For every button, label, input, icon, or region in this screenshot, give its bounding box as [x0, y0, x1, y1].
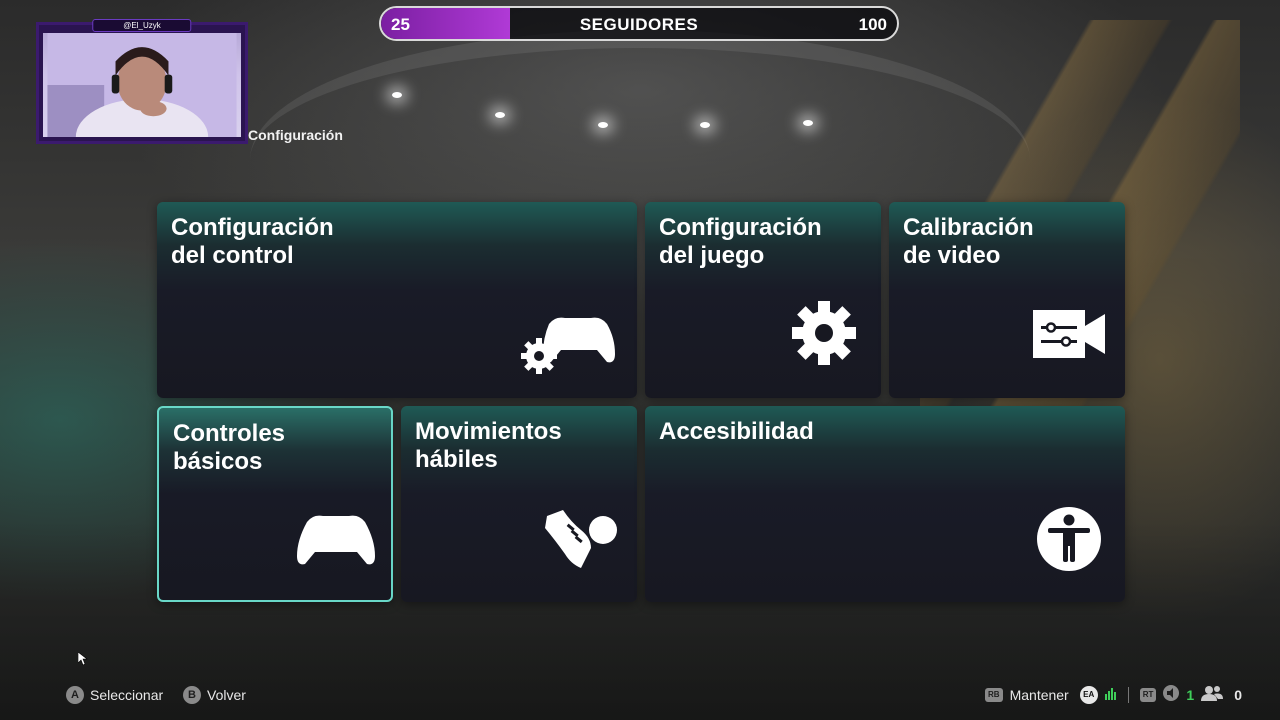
tile-accessibility[interactable]: Accesibilidad	[645, 406, 1125, 602]
footer-select[interactable]: A Seleccionar	[66, 686, 163, 704]
streamer-silhouette-icon	[47, 33, 237, 137]
stadium-light	[495, 112, 505, 118]
speaker-icon	[1163, 685, 1180, 704]
b-button-icon: B	[183, 686, 201, 704]
followers-label: SEGUIDORES	[579, 15, 699, 34]
tile-title: Movimientos hábiles	[415, 418, 562, 473]
signal-icon	[1104, 686, 1117, 703]
accessibility-icon	[1036, 506, 1102, 572]
tile-video-calibration[interactable]: Calibración de video	[889, 202, 1125, 398]
streamer-handle: @El_Uzyk	[92, 19, 192, 32]
rb-button-icon: RB	[985, 687, 1003, 702]
controller-gear-icon	[519, 310, 619, 374]
stadium-light	[803, 120, 813, 126]
tile-basic-controls[interactable]: Controles básicos	[157, 406, 393, 602]
gear-icon	[791, 300, 857, 366]
gamepad-icon	[295, 514, 377, 566]
footer-hold-label: Mantener	[1009, 686, 1069, 703]
status-count: 1	[1186, 686, 1195, 703]
tile-title: Configuración del juego	[659, 214, 822, 269]
tile-title: Controles básicos	[173, 420, 286, 475]
tile-game-settings[interactable]: Configuración del juego	[645, 202, 881, 398]
tile-controller-settings[interactable]: Configuración del control	[157, 202, 637, 398]
tile-title: Calibración de video	[903, 214, 1034, 269]
footer-back-label: Volver	[207, 687, 246, 703]
webcam-video	[43, 33, 241, 137]
tile-title: Accesibilidad	[659, 418, 814, 445]
stadium-light	[598, 122, 608, 128]
breadcrumb: Configuración	[248, 127, 343, 143]
video-settings-icon	[1033, 308, 1107, 360]
stadium-light	[392, 92, 402, 98]
footer-select-label: Seleccionar	[90, 687, 164, 703]
friends-icon	[1201, 685, 1224, 704]
followers-goal: 100	[858, 15, 887, 34]
stadium-light	[700, 122, 710, 128]
mouse-cursor-icon	[77, 651, 88, 671]
boot-ball-icon	[541, 506, 621, 572]
followers-goal-bar: 25 SEGUIDORES 100	[379, 6, 899, 41]
tile-title: Configuración del control	[171, 214, 334, 269]
divider	[1127, 686, 1129, 703]
tile-skill-moves[interactable]: Movimientos hábiles	[401, 406, 637, 602]
rt-button-icon: RT	[1139, 687, 1157, 702]
footer-status: RB Mantener EA RT 1 0	[985, 685, 1242, 704]
webcam-overlay: @El_Uzyk	[36, 19, 248, 144]
friends-count: 0	[1234, 686, 1242, 703]
a-button-icon: A	[66, 686, 84, 704]
footer-back[interactable]: B Volver	[183, 686, 246, 704]
ea-icon: EA	[1079, 685, 1098, 704]
